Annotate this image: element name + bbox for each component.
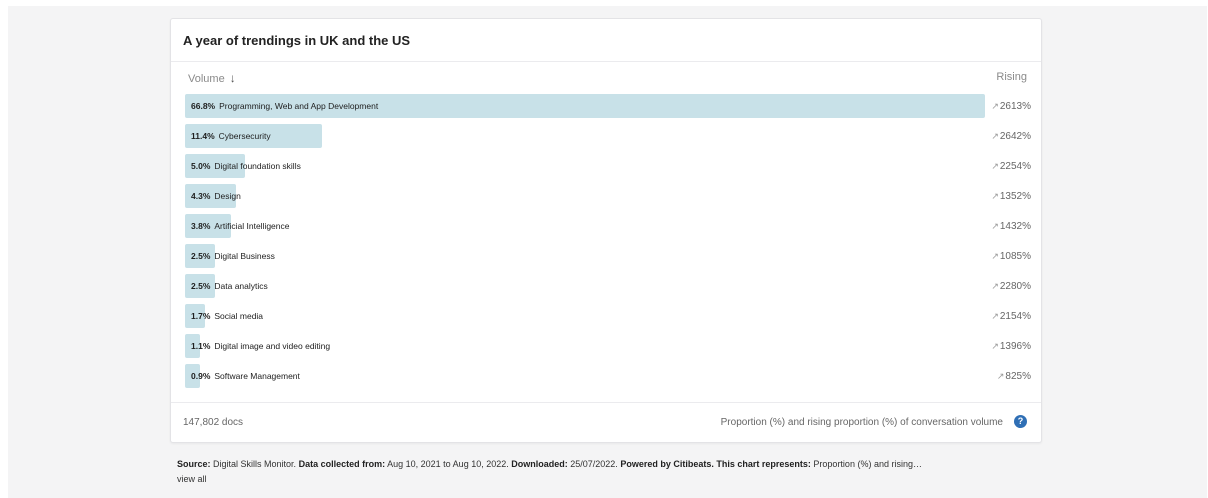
rising-arrow-icon: ↗ bbox=[991, 131, 999, 141]
rising-percent: 2280% bbox=[999, 281, 1031, 292]
rising-percent: 825% bbox=[1005, 371, 1031, 382]
volume-label: Volume bbox=[188, 73, 225, 85]
docs-count: 147,802 docs bbox=[183, 417, 244, 428]
trend-percent: 0.9% bbox=[191, 371, 211, 381]
trend-label: 5.0% Digital foundation skills bbox=[191, 154, 301, 178]
trend-label: 1.7% Social media bbox=[191, 304, 263, 328]
downloaded-label: Downloaded: bbox=[511, 459, 568, 469]
trend-row[interactable]: 1.7% Social media ↗2154% bbox=[185, 304, 1031, 328]
trend-percent: 4.3% bbox=[191, 191, 211, 201]
trend-row[interactable]: 2.5% Data analytics ↗2280% bbox=[185, 274, 1031, 298]
rising-arrow-icon: ↗ bbox=[991, 251, 999, 261]
rising-percent: 2254% bbox=[999, 161, 1031, 172]
trend-list: 66.8% Programming, Web and App Developmen… bbox=[185, 94, 1031, 394]
trend-percent: 2.5% bbox=[191, 281, 211, 291]
trend-percent: 11.4% bbox=[191, 131, 215, 141]
rising-value: ↗825% bbox=[997, 364, 1031, 388]
rising-column-header[interactable]: Rising bbox=[996, 71, 1027, 83]
rising-percent: 1432% bbox=[999, 221, 1031, 232]
trend-name: Data analytics bbox=[214, 281, 268, 291]
trend-row[interactable]: 11.4% Cybersecurity ↗2642% bbox=[185, 124, 1031, 148]
trend-name: Artificial Intelligence bbox=[214, 221, 290, 231]
rising-value: ↗2613% bbox=[991, 94, 1031, 118]
trend-name: Programming, Web and App Development bbox=[219, 101, 379, 111]
trend-row[interactable]: 0.9% Software Management ↗825% bbox=[185, 364, 1031, 388]
rising-value: ↗1085% bbox=[991, 244, 1031, 268]
trend-percent: 1.7% bbox=[191, 311, 211, 321]
rising-percent: 2642% bbox=[999, 131, 1031, 142]
rising-value: ↗1432% bbox=[991, 214, 1031, 238]
rising-percent: 1085% bbox=[999, 251, 1031, 262]
powered-label: Powered by Citibeats. bbox=[620, 459, 714, 469]
footer-note: Proportion (%) and rising proportion (%)… bbox=[720, 417, 1003, 428]
rising-value: ↗2280% bbox=[991, 274, 1031, 298]
represents-label: This chart represents: bbox=[716, 459, 811, 469]
rising-arrow-icon: ↗ bbox=[991, 281, 999, 291]
card-title: A year of trendings in UK and the US bbox=[183, 33, 411, 48]
trend-label: 2.5% Digital Business bbox=[191, 244, 275, 268]
rising-arrow-icon: ↗ bbox=[991, 101, 999, 111]
source-value: Digital Skills Monitor. bbox=[213, 459, 297, 469]
trend-label: 66.8% Programming, Web and App Developmen… bbox=[191, 94, 378, 118]
collected-value: Aug 10, 2021 to Aug 10, 2022. bbox=[387, 459, 509, 469]
sort-down-arrow-icon: ↓ bbox=[229, 71, 236, 85]
help-icon[interactable]: ? bbox=[1014, 415, 1027, 428]
rising-arrow-icon: ↗ bbox=[991, 191, 999, 201]
header-divider bbox=[171, 61, 1041, 62]
trend-name: Design bbox=[214, 191, 241, 201]
trend-percent: 2.5% bbox=[191, 251, 211, 261]
trend-label: 2.5% Data analytics bbox=[191, 274, 268, 298]
volume-column-header[interactable]: Volume ↓ bbox=[188, 71, 236, 85]
trend-name: Social media bbox=[214, 311, 264, 321]
rising-percent: 1352% bbox=[999, 191, 1031, 202]
rising-value: ↗2254% bbox=[991, 154, 1031, 178]
trend-row[interactable]: 3.8% Artificial Intelligence ↗1432% bbox=[185, 214, 1031, 238]
trend-name: Cybersecurity bbox=[218, 131, 271, 141]
trend-label: 4.3% Design bbox=[191, 184, 241, 208]
trend-row[interactable]: 66.8% Programming, Web and App Developmen… bbox=[185, 94, 1031, 118]
trend-label: 11.4% Cybersecurity bbox=[191, 124, 271, 148]
trend-percent: 66.8% bbox=[191, 101, 216, 111]
rising-value: ↗2642% bbox=[991, 124, 1031, 148]
trend-name: Software Management bbox=[214, 371, 300, 381]
trend-percent: 3.8% bbox=[191, 221, 211, 231]
rising-value: ↗2154% bbox=[991, 304, 1031, 328]
trend-name: Digital foundation skills bbox=[214, 161, 301, 171]
trend-name: Digital image and video editing bbox=[214, 341, 331, 351]
trend-name: Digital Business bbox=[214, 251, 275, 261]
source-line: Source: Digital Skills Monitor. Data col… bbox=[177, 458, 1037, 471]
trend-row[interactable]: 2.5% Digital Business ↗1085% bbox=[185, 244, 1031, 268]
rising-arrow-icon: ↗ bbox=[991, 161, 999, 171]
rising-arrow-icon: ↗ bbox=[991, 221, 999, 231]
trend-label: 0.9% Software Management bbox=[191, 364, 300, 388]
rising-percent: 2613% bbox=[999, 101, 1031, 112]
rising-value: ↗1352% bbox=[991, 184, 1031, 208]
source-label: Source: bbox=[177, 459, 211, 469]
trending-card: A year of trendings in UK and the US Vol… bbox=[170, 18, 1042, 443]
trend-label: 3.8% Artificial Intelligence bbox=[191, 214, 290, 238]
downloaded-value: 25/07/2022. bbox=[570, 459, 618, 469]
rising-arrow-icon: ↗ bbox=[996, 371, 1005, 381]
rising-value: ↗1396% bbox=[991, 334, 1031, 358]
trend-label: 1.1% Digital image and video editing bbox=[191, 334, 330, 358]
trend-percent: 5.0% bbox=[191, 161, 211, 171]
rising-arrow-icon: ↗ bbox=[991, 341, 999, 351]
trend-percent: 1.1% bbox=[191, 341, 211, 351]
trend-row[interactable]: 5.0% Digital foundation skills ↗2254% bbox=[185, 154, 1031, 178]
trend-row[interactable]: 1.1% Digital image and video editing ↗1396… bbox=[185, 334, 1031, 358]
trend-row[interactable]: 4.3% Design ↗1352% bbox=[185, 184, 1031, 208]
rising-arrow-icon: ↗ bbox=[991, 311, 999, 321]
collected-label: Data collected from: bbox=[298, 459, 386, 469]
rising-percent: 2154% bbox=[999, 311, 1031, 322]
represents-value: Proportion (%) and rising… bbox=[813, 459, 922, 469]
footer-divider bbox=[171, 402, 1041, 403]
rising-percent: 1396% bbox=[999, 341, 1031, 352]
view-all-link[interactable]: view all bbox=[177, 474, 207, 484]
